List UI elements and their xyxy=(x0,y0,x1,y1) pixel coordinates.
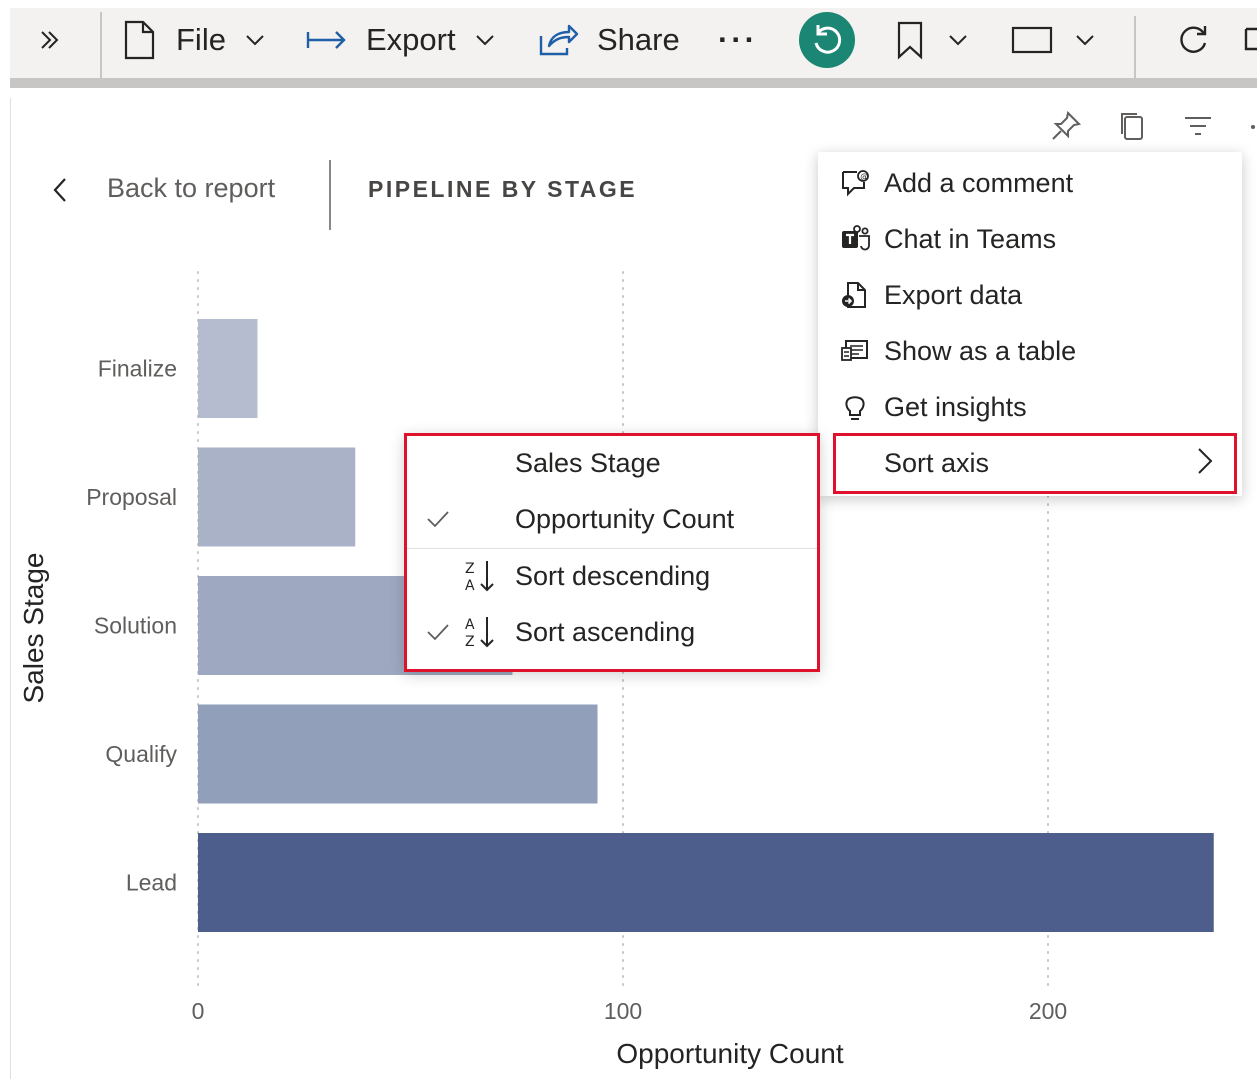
teams-icon xyxy=(840,224,870,254)
y-category-label: Proposal xyxy=(86,484,177,510)
y-category-label: Finalize xyxy=(98,356,177,382)
bar-finalize[interactable] xyxy=(198,319,258,418)
svg-text:A: A xyxy=(465,617,475,633)
submenu-item-label: Sales Stage xyxy=(515,448,661,478)
comment-icon: @ xyxy=(840,168,870,198)
y-category-label: Solution xyxy=(94,613,177,639)
bar-lead[interactable] xyxy=(198,833,1214,932)
menu-item-label: Get insights xyxy=(884,391,1027,422)
export-data-icon xyxy=(840,280,870,310)
x-axis-title: Opportunity Count xyxy=(616,1038,844,1069)
bar-qualify[interactable] xyxy=(198,704,598,804)
menu-item-label: Add a comment xyxy=(884,167,1074,198)
x-tick-label: 200 xyxy=(1029,998,1067,1024)
sort-axis-submenu: Sales Stage Opportunity Count ZA Sort de… xyxy=(404,433,820,672)
menu-item-add-comment[interactable]: @ Add a comment xyxy=(818,155,1242,211)
menu-item-export-data[interactable]: Export data xyxy=(818,267,1242,323)
svg-text:@: @ xyxy=(860,172,868,181)
y-axis-title: Sales Stage xyxy=(18,552,49,704)
sort-za-icon: ZA xyxy=(463,558,497,594)
svg-text:Z: Z xyxy=(465,561,475,577)
menu-item-chat-in-teams[interactable]: Chat in Teams xyxy=(818,211,1242,267)
sort-axis-highlight xyxy=(833,433,1237,494)
y-category-label: Lead xyxy=(126,870,177,896)
submenu-item-sort-ascending[interactable]: AZ Sort ascending xyxy=(407,605,817,661)
table-icon xyxy=(840,336,870,366)
menu-item-label: Show as a table xyxy=(884,335,1077,366)
submenu-item-label: Sort descending xyxy=(515,561,711,591)
submenu-item-label: Sort ascending xyxy=(515,617,696,647)
x-tick-label: 0 xyxy=(192,998,205,1024)
submenu-item-sort-descending[interactable]: ZA Sort descending xyxy=(407,549,817,605)
sort-az-icon: AZ xyxy=(463,614,497,650)
checkmark-icon xyxy=(423,504,453,534)
menu-item-get-insights[interactable]: Get insights xyxy=(818,379,1242,435)
x-tick-label: 100 xyxy=(604,998,642,1024)
svg-text:A: A xyxy=(465,578,475,594)
y-category-label: Qualify xyxy=(105,741,177,767)
submenu-item-sales-stage[interactable]: Sales Stage xyxy=(407,436,817,492)
menu-item-show-as-table[interactable]: Show as a table xyxy=(818,323,1242,379)
menu-item-label: Chat in Teams xyxy=(884,223,1057,254)
bar-proposal[interactable] xyxy=(198,447,356,547)
lightbulb-icon xyxy=(840,392,870,422)
menu-item-label: Export data xyxy=(884,279,1023,310)
checkmark-icon xyxy=(423,617,453,647)
submenu-item-label: Opportunity Count xyxy=(515,504,735,534)
svg-text:Z: Z xyxy=(465,634,475,650)
submenu-item-opportunity-count[interactable]: Opportunity Count xyxy=(407,492,817,548)
